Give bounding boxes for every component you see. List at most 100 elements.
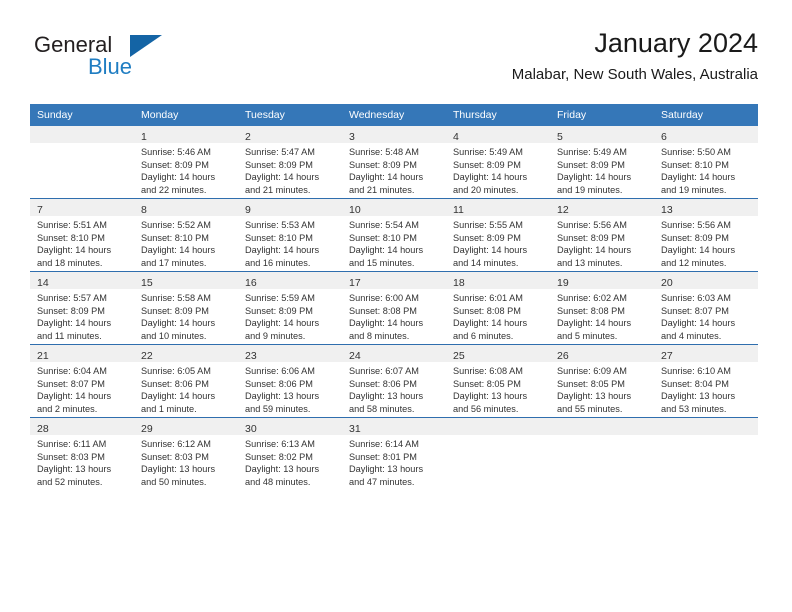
day-details: Sunrise: 6:06 AM Sunset: 8:06 PM Dayligh… (238, 362, 342, 415)
day-details: Sunrise: 5:56 AM Sunset: 8:09 PM Dayligh… (550, 216, 654, 269)
day-number: 12 (557, 204, 569, 216)
sunrise-text: Sunrise: 5:49 AM (453, 147, 523, 157)
daylight-text-line1: Daylight: 14 hours (661, 172, 736, 183)
daylight-text-line1: Daylight: 13 hours (349, 464, 424, 475)
day-cell[interactable]: 23 Sunrise: 6:06 AM Sunset: 8:06 PM Dayl… (238, 344, 342, 418)
day-cell[interactable]: 24 Sunrise: 6:07 AM Sunset: 8:06 PM Dayl… (342, 344, 446, 418)
daylight-text-line2: and 59 minutes. (245, 403, 311, 414)
day-cell[interactable]: 12 Sunrise: 5:56 AM Sunset: 8:09 PM Dayl… (550, 198, 654, 272)
day-number: 15 (141, 277, 153, 289)
daylight-text-line1: Daylight: 14 hours (37, 318, 112, 329)
daylight-text-line1: Daylight: 14 hours (245, 245, 320, 256)
day-cell[interactable] (446, 417, 550, 490)
daylight-text-line2: and 19 minutes. (661, 184, 727, 195)
day-details: Sunrise: 5:59 AM Sunset: 8:09 PM Dayligh… (238, 289, 342, 342)
weekday-header-tuesday: Tuesday (238, 104, 342, 126)
day-cell[interactable]: 28 Sunrise: 6:11 AM Sunset: 8:03 PM Dayl… (30, 417, 134, 490)
day-number-band: 25 (446, 345, 550, 362)
day-details: Sunrise: 6:02 AM Sunset: 8:08 PM Dayligh… (550, 289, 654, 342)
day-cell[interactable]: 31 Sunrise: 6:14 AM Sunset: 8:01 PM Dayl… (342, 417, 446, 490)
day-cell[interactable]: 3 Sunrise: 5:48 AM Sunset: 8:09 PM Dayli… (342, 126, 446, 199)
day-cell[interactable]: 27 Sunrise: 6:10 AM Sunset: 8:04 PM Dayl… (654, 344, 758, 418)
day-number-band: 19 (550, 272, 654, 289)
day-number-band (654, 418, 758, 435)
general-blue-logo[interactable]: General Blue (34, 32, 254, 88)
daylight-text-line2: and 12 minutes. (661, 257, 727, 268)
sunset-text: Sunset: 8:10 PM (349, 232, 417, 243)
calendar-body: 1 Sunrise: 5:46 AM Sunset: 8:09 PM Dayli… (30, 126, 758, 490)
sunset-text: Sunset: 8:03 PM (141, 451, 209, 462)
day-number: 31 (349, 423, 361, 435)
day-cell[interactable]: 4 Sunrise: 5:49 AM Sunset: 8:09 PM Dayli… (446, 126, 550, 199)
day-cell[interactable]: 20 Sunrise: 6:03 AM Sunset: 8:07 PM Dayl… (654, 271, 758, 345)
sunrise-text: Sunrise: 6:14 AM (349, 439, 419, 449)
day-cell[interactable] (654, 417, 758, 490)
day-cell[interactable]: 18 Sunrise: 6:01 AM Sunset: 8:08 PM Dayl… (446, 271, 550, 345)
calendar-page: General Blue January 2024 Malabar, New S… (0, 0, 792, 612)
triangle-icon (130, 35, 162, 57)
day-cell[interactable] (550, 417, 654, 490)
day-cell[interactable]: 8 Sunrise: 5:52 AM Sunset: 8:10 PM Dayli… (134, 198, 238, 272)
day-details: Sunrise: 5:54 AM Sunset: 8:10 PM Dayligh… (342, 216, 446, 269)
day-cell[interactable]: 16 Sunrise: 5:59 AM Sunset: 8:09 PM Dayl… (238, 271, 342, 345)
day-cell[interactable]: 6 Sunrise: 5:50 AM Sunset: 8:10 PM Dayli… (654, 126, 758, 199)
day-cell[interactable] (30, 126, 134, 199)
calendar-grid: Sunday Monday Tuesday Wednesday Thursday… (30, 104, 758, 490)
sunrise-text: Sunrise: 6:13 AM (245, 439, 315, 449)
daylight-text-line1: Daylight: 13 hours (557, 391, 632, 402)
day-cell[interactable]: 9 Sunrise: 5:53 AM Sunset: 8:10 PM Dayli… (238, 198, 342, 272)
sunset-text: Sunset: 8:06 PM (245, 378, 313, 389)
daylight-text-line2: and 20 minutes. (453, 184, 519, 195)
day-cell[interactable]: 5 Sunrise: 5:49 AM Sunset: 8:09 PM Dayli… (550, 126, 654, 199)
day-cell[interactable]: 15 Sunrise: 5:58 AM Sunset: 8:09 PM Dayl… (134, 271, 238, 345)
daylight-text-line1: Daylight: 14 hours (349, 318, 424, 329)
sunrise-text: Sunrise: 5:54 AM (349, 220, 419, 230)
day-cell[interactable]: 30 Sunrise: 6:13 AM Sunset: 8:02 PM Dayl… (238, 417, 342, 490)
sunset-text: Sunset: 8:09 PM (453, 232, 521, 243)
day-cell[interactable]: 21 Sunrise: 6:04 AM Sunset: 8:07 PM Dayl… (30, 344, 134, 418)
day-number-band: 16 (238, 272, 342, 289)
week-row: 21 Sunrise: 6:04 AM Sunset: 8:07 PM Dayl… (30, 344, 758, 418)
daylight-text-line1: Daylight: 14 hours (141, 245, 216, 256)
day-number: 10 (349, 204, 361, 216)
day-cell[interactable]: 13 Sunrise: 5:56 AM Sunset: 8:09 PM Dayl… (654, 198, 758, 272)
day-number-band: 22 (134, 345, 238, 362)
day-cell[interactable]: 22 Sunrise: 6:05 AM Sunset: 8:06 PM Dayl… (134, 344, 238, 418)
day-cell[interactable]: 17 Sunrise: 6:00 AM Sunset: 8:08 PM Dayl… (342, 271, 446, 345)
day-number-band: 6 (654, 126, 758, 143)
day-number-band: 11 (446, 199, 550, 216)
sunrise-text: Sunrise: 5:57 AM (37, 293, 107, 303)
day-cell[interactable]: 19 Sunrise: 6:02 AM Sunset: 8:08 PM Dayl… (550, 271, 654, 345)
day-cell[interactable]: 10 Sunrise: 5:54 AM Sunset: 8:10 PM Dayl… (342, 198, 446, 272)
day-cell[interactable]: 14 Sunrise: 5:57 AM Sunset: 8:09 PM Dayl… (30, 271, 134, 345)
daylight-text-line1: Daylight: 14 hours (557, 172, 632, 183)
day-cell[interactable]: 25 Sunrise: 6:08 AM Sunset: 8:05 PM Dayl… (446, 344, 550, 418)
sunset-text: Sunset: 8:03 PM (37, 451, 105, 462)
day-number: 23 (245, 350, 257, 362)
day-cell[interactable]: 7 Sunrise: 5:51 AM Sunset: 8:10 PM Dayli… (30, 198, 134, 272)
sunrise-text: Sunrise: 5:55 AM (453, 220, 523, 230)
day-cell[interactable]: 1 Sunrise: 5:46 AM Sunset: 8:09 PM Dayli… (134, 126, 238, 199)
daylight-text-line2: and 2 minutes. (37, 403, 98, 414)
day-details: Sunrise: 6:14 AM Sunset: 8:01 PM Dayligh… (342, 435, 446, 488)
daylight-text-line2: and 14 minutes. (453, 257, 519, 268)
day-number-band: 15 (134, 272, 238, 289)
day-details: Sunrise: 6:01 AM Sunset: 8:08 PM Dayligh… (446, 289, 550, 342)
day-number-band: 17 (342, 272, 446, 289)
day-number: 17 (349, 277, 361, 289)
day-cell[interactable]: 11 Sunrise: 5:55 AM Sunset: 8:09 PM Dayl… (446, 198, 550, 272)
day-details: Sunrise: 5:49 AM Sunset: 8:09 PM Dayligh… (550, 143, 654, 196)
day-details: Sunrise: 5:57 AM Sunset: 8:09 PM Dayligh… (30, 289, 134, 342)
day-details: Sunrise: 6:10 AM Sunset: 8:04 PM Dayligh… (654, 362, 758, 415)
day-cell[interactable]: 29 Sunrise: 6:12 AM Sunset: 8:03 PM Dayl… (134, 417, 238, 490)
day-cell[interactable]: 26 Sunrise: 6:09 AM Sunset: 8:05 PM Dayl… (550, 344, 654, 418)
daylight-text-line1: Daylight: 14 hours (141, 318, 216, 329)
day-details: Sunrise: 5:51 AM Sunset: 8:10 PM Dayligh… (30, 216, 134, 269)
day-details: Sunrise: 5:48 AM Sunset: 8:09 PM Dayligh… (342, 143, 446, 196)
day-details: Sunrise: 6:09 AM Sunset: 8:05 PM Dayligh… (550, 362, 654, 415)
day-cell[interactable]: 2 Sunrise: 5:47 AM Sunset: 8:09 PM Dayli… (238, 126, 342, 199)
day-details: Sunrise: 5:58 AM Sunset: 8:09 PM Dayligh… (134, 289, 238, 342)
sunrise-text: Sunrise: 5:49 AM (557, 147, 627, 157)
day-number-band (30, 126, 134, 143)
sunrise-text: Sunrise: 6:03 AM (661, 293, 731, 303)
